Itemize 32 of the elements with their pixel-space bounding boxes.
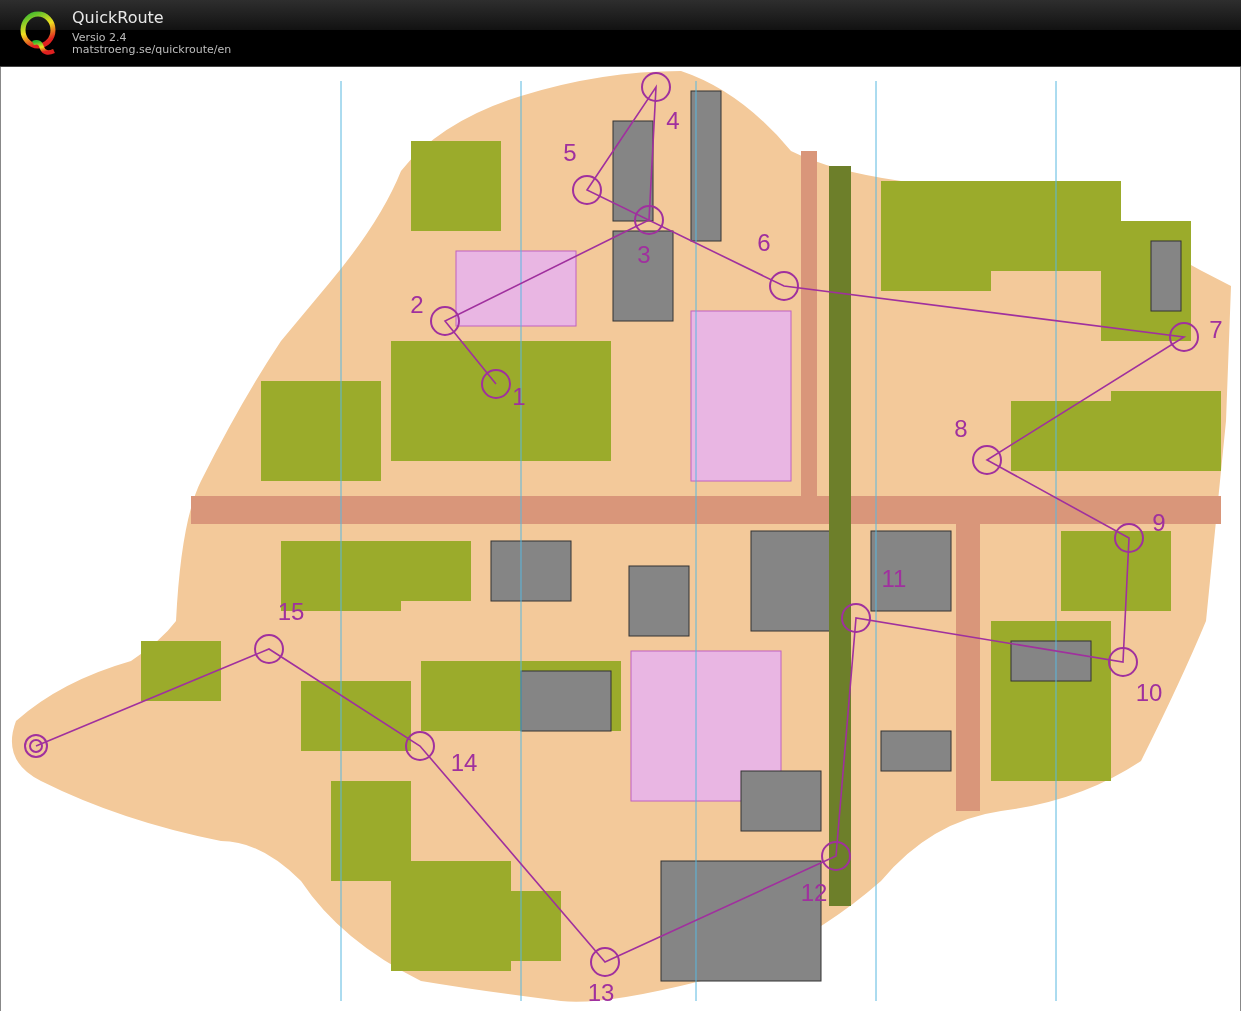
control-number: 3 (637, 241, 651, 268)
control-circle (254, 634, 284, 664)
control-circle (972, 445, 1002, 475)
control-circle (841, 603, 871, 633)
control-circle (1108, 647, 1138, 677)
app-url: matstroeng.se/quickroute/en (72, 44, 232, 57)
control-number: 8 (954, 415, 968, 442)
control-number: 2 (410, 291, 424, 318)
control-circle (769, 271, 799, 301)
control-circle (481, 369, 511, 399)
control-number: 13 (587, 979, 615, 1006)
control-circle (1114, 523, 1144, 553)
control-number: 10 (1135, 679, 1163, 706)
control-number: 14 (450, 749, 478, 776)
control-circle (634, 205, 664, 235)
control-circle (1169, 322, 1199, 352)
control-circle (572, 175, 602, 205)
control-number: 7 (1209, 316, 1223, 343)
control-circle (821, 841, 851, 871)
control-circle (430, 306, 460, 336)
control-circle (405, 731, 435, 761)
control-number: 4 (666, 107, 680, 134)
app-version: Versio 2.4 (72, 31, 128, 45)
app-logo-icon (18, 10, 58, 56)
control-number: 5 (563, 139, 577, 166)
control-circle (590, 947, 620, 977)
control-number: 9 (1152, 509, 1166, 536)
control-number: 11 (881, 565, 907, 592)
app-title: QuickRoute (72, 9, 165, 28)
control-circle (641, 72, 671, 102)
control-number: 6 (757, 229, 771, 256)
finish-circle-icon (24, 734, 48, 758)
